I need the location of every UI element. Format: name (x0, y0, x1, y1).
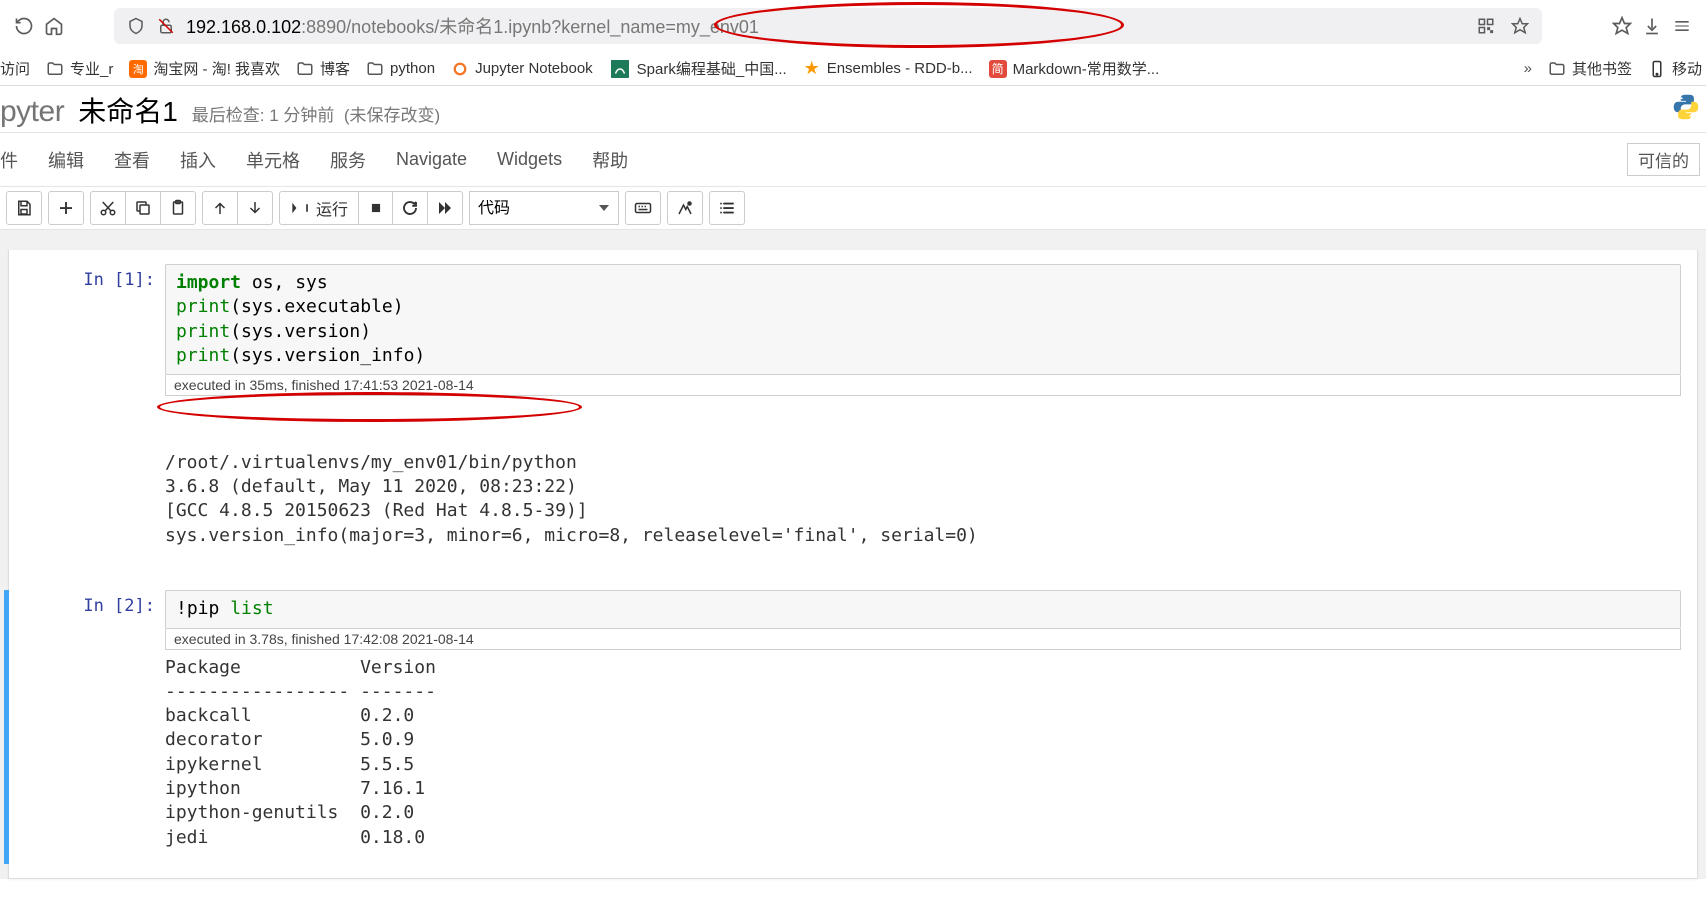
lock-slash-icon (156, 16, 176, 36)
menu-widgets[interactable]: Widgets (497, 149, 562, 170)
move-down-button[interactable] (238, 191, 273, 225)
jupyter-logo[interactable]: pyter (0, 95, 64, 129)
url-text: 192.168.0.102:8890/notebooks/未命名1.ipynb?… (186, 13, 759, 39)
bookmarks-overflow-icon[interactable]: » (1524, 60, 1532, 77)
move-up-button[interactable] (202, 191, 238, 225)
add-cell-button[interactable] (48, 191, 84, 225)
home-icon[interactable] (44, 16, 64, 36)
restart-button[interactable] (393, 191, 428, 225)
menu-edit[interactable]: 编辑 (48, 147, 84, 173)
exec-info: executed in 3.78s, finished 17:42:08 202… (165, 629, 1681, 650)
download-icon[interactable] (1642, 16, 1662, 36)
bookmark-folder[interactable]: 专业_r (46, 58, 113, 79)
star-outline-icon[interactable] (1612, 16, 1632, 36)
notebook-header: pyter 未命名1 最后检查: 1 分钟前 (未保存改变) (0, 86, 1706, 132)
bookmark-folder[interactable]: 博客 (296, 58, 350, 79)
address-bar[interactable]: 192.168.0.102:8890/notebooks/未命名1.ipynb?… (114, 8, 1542, 44)
python-logo-icon (1672, 93, 1700, 121)
bookmark-mobile[interactable]: 移动 (1648, 58, 1702, 79)
menu-insert[interactable]: 插入 (180, 147, 216, 173)
menu-file[interactable]: 件 (0, 147, 18, 173)
run-button[interactable]: 运行 (279, 191, 359, 225)
cell-prompt: In [1]: (25, 264, 165, 396)
bookmark-spark[interactable]: Spark编程基础_中国... (609, 58, 787, 79)
cell-type-select[interactable]: 代码 (469, 191, 619, 225)
exec-info: executed in 35ms, finished 17:41:53 2021… (165, 375, 1681, 396)
toc-button[interactable] (709, 191, 745, 225)
browser-chrome: 192.168.0.102:8890/notebooks/未命名1.ipynb?… (0, 0, 1706, 52)
bookmark-jupyter[interactable]: Jupyter Notebook (451, 60, 593, 78)
bookmarks-bar: 访问 专业_r 淘淘宝网 - 淘! 我喜欢 博客 python Jupyter … (0, 52, 1706, 86)
paste-button[interactable] (161, 191, 196, 225)
cell-prompt: In [2]: (25, 590, 165, 649)
bookmark-ensembles[interactable]: ★Ensembles - RDD-b... (803, 60, 973, 78)
notebook-area: In [1]: import os, sys print(sys.executa… (0, 230, 1706, 879)
annotation-ellipse-url (714, 2, 1124, 48)
bookmark-other-folder[interactable]: 其他书签 (1548, 58, 1632, 79)
interrupt-button[interactable] (359, 191, 393, 225)
menu-help[interactable]: 帮助 (592, 147, 628, 173)
code-input[interactable]: !pip list (165, 590, 1681, 628)
copy-button[interactable] (126, 191, 161, 225)
variable-inspector-button[interactable] (667, 191, 703, 225)
menu-cell[interactable]: 单元格 (246, 147, 300, 173)
visit-label: 访问 (0, 58, 30, 79)
sidebar-icon[interactable] (1672, 16, 1692, 36)
restart-run-all-button[interactable] (428, 191, 463, 225)
trusted-indicator[interactable]: 可信的 (1627, 143, 1700, 176)
menu-kernel[interactable]: 服务 (330, 147, 366, 173)
save-button[interactable] (6, 191, 42, 225)
code-cell[interactable]: In [2]: !pip list executed in 3.78s, fin… (4, 590, 1697, 649)
bookmark-markdown[interactable]: 简Markdown-常用数学... (989, 58, 1160, 79)
notebook-container: In [1]: import os, sys print(sys.executa… (8, 250, 1698, 879)
notebook-title[interactable]: 未命名1 (78, 90, 178, 130)
menubar: 件 编辑 查看 插入 单元格 服务 Navigate Widgets 帮助 可信… (0, 132, 1706, 187)
code-cell[interactable]: In [1]: import os, sys print(sys.executa… (9, 264, 1697, 396)
toolbar: 运行 代码 (0, 187, 1706, 230)
cut-button[interactable] (90, 191, 126, 225)
cell-output: /root/.virtualenvs/my_env01/bin/python 3… (9, 396, 1697, 586)
menu-view[interactable]: 查看 (114, 147, 150, 173)
shield-icon (126, 16, 146, 36)
cell-output: Package Version ----------------- ------… (4, 650, 1697, 864)
code-input[interactable]: import os, sys print(sys.executable) pri… (165, 264, 1681, 375)
star-icon[interactable] (1510, 16, 1530, 36)
checkpoint-status: 最后检查: 1 分钟前 (未保存改变) (192, 101, 440, 126)
qr-icon[interactable] (1476, 16, 1496, 36)
reload-icon[interactable] (14, 16, 34, 36)
command-palette-button[interactable] (625, 191, 661, 225)
bookmark-folder[interactable]: python (366, 60, 435, 78)
annotation-ellipse-output (157, 392, 582, 422)
menu-navigate[interactable]: Navigate (396, 149, 467, 170)
bookmark-taobao[interactable]: 淘淘宝网 - 淘! 我喜欢 (129, 58, 280, 79)
